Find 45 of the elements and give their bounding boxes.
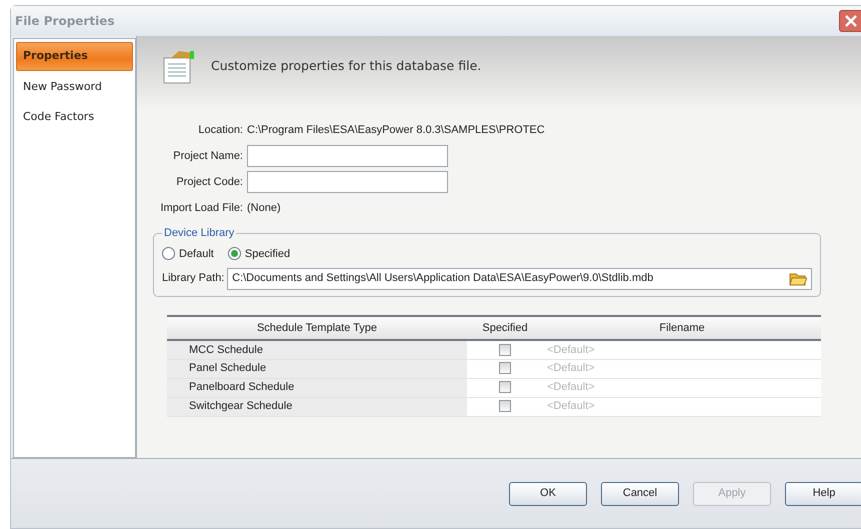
- table-cell: Panel Schedule: [167, 359, 467, 378]
- table-cell: <Default>: [547, 344, 595, 356]
- table-cell: Panelboard Schedule: [167, 378, 467, 397]
- table-cell: <Default>: [547, 362, 595, 374]
- column-header: Filename: [543, 316, 821, 340]
- table-cell: <Default>: [547, 381, 595, 394]
- text-field[interactable]: [247, 171, 448, 193]
- sidebar-item[interactable]: Properties: [16, 42, 133, 70]
- checkbox[interactable]: [499, 344, 511, 356]
- dialog-button[interactable]: Help: [785, 482, 861, 506]
- radio-label: Default: [179, 246, 214, 262]
- field-label: Project Name:: [172, 148, 244, 164]
- radio-option[interactable]: Default: [162, 246, 214, 262]
- radio-option[interactable]: Specified: [228, 246, 290, 262]
- folder-icon[interactable]: [789, 271, 807, 286]
- field-label: Location:: [197, 122, 244, 138]
- path-value: C:\Documents and Settings\All Users\Application Data\ESA\EasyPower\9.0\Stdlib.mdb: [232, 271, 654, 286]
- window-title: File Properties: [15, 13, 114, 30]
- location-value: C:\Program Files\ESA\EasyPower 8.0.3\SAMPLES\PROTEC: [247, 122, 545, 138]
- column-header: Specified: [467, 316, 543, 340]
- radio-button[interactable]: [228, 247, 241, 260]
- checkbox[interactable]: [499, 400, 511, 412]
- sidebar-item[interactable]: Code Factors: [16, 103, 133, 132]
- field-label: Import Load File:: [159, 200, 244, 216]
- import-value: (None): [247, 200, 281, 216]
- table-cell: <Default>: [547, 400, 595, 412]
- field-label: Project Code:: [175, 174, 244, 190]
- group-title: Device Library: [163, 226, 236, 241]
- radio-button[interactable]: [162, 247, 175, 260]
- radio-label: Specified: [244, 246, 290, 262]
- table-cell: Switchgear Schedule: [167, 397, 467, 416]
- text-field[interactable]: [247, 145, 448, 167]
- table-cell: MCC Schedule: [167, 340, 467, 359]
- column-header: Schedule Template Type: [167, 316, 467, 340]
- header-text: Customize properties for this database file.: [211, 57, 482, 76]
- close-icon: [844, 14, 858, 28]
- dialog-button[interactable]: Cancel: [601, 482, 679, 506]
- close-button[interactable]: [839, 10, 861, 32]
- checkbox[interactable]: [499, 362, 511, 374]
- checkbox[interactable]: [499, 381, 511, 394]
- path-field[interactable]: C:\Documents and Settings\All Users\Application Data\ESA\EasyPower\9.0\Stdlib.mdb: [227, 268, 812, 290]
- field-label: Library Path:: [162, 271, 224, 286]
- document-icon: [163, 50, 195, 84]
- dialog-button[interactable]: OK: [509, 482, 587, 506]
- sidebar-item[interactable]: New Password: [16, 72, 133, 101]
